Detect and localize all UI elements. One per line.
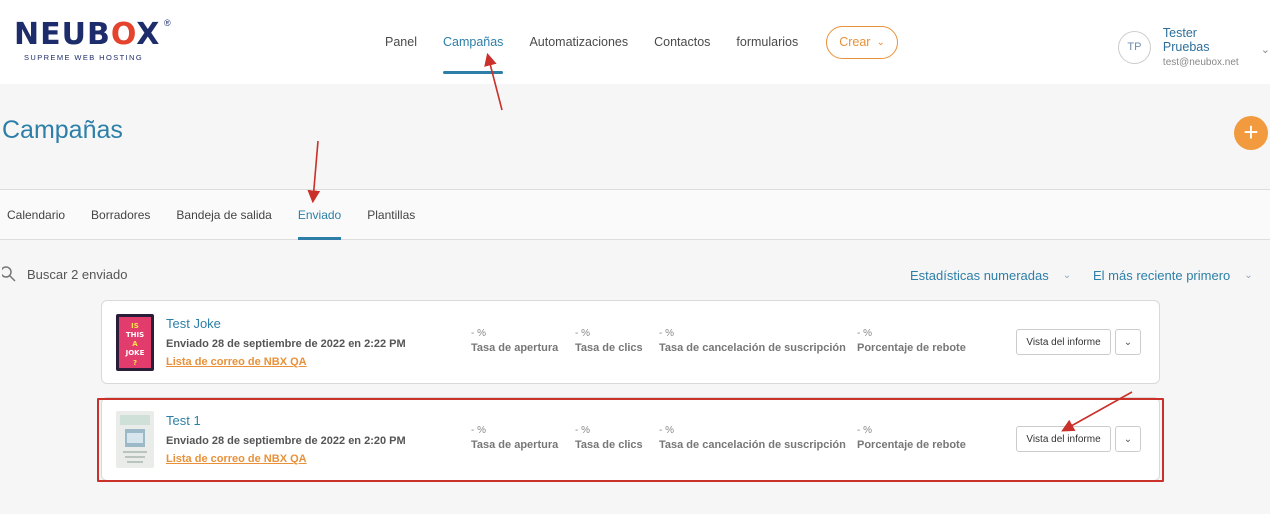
chevron-down-icon: ⌄ [1244, 270, 1253, 281]
stat-click-rate: - % Tasa de clics [575, 425, 643, 451]
stat-open-rate: - % Tasa de apertura [471, 425, 558, 451]
stat-label: Tasa de clics [575, 439, 643, 451]
search-input[interactable]: Buscar 2 enviado [27, 267, 127, 282]
stat-label: Porcentaje de rebote [857, 342, 966, 354]
stat-unsubscribe-rate: - % Tasa de cancelación de suscripción [659, 328, 846, 354]
thumb-line: ? [133, 359, 137, 367]
crear-label: Crear [839, 35, 871, 49]
nav-automatizaciones[interactable]: Automatizaciones [529, 0, 628, 84]
stat-bounce-rate: - % Porcentaje de rebote [857, 425, 966, 451]
sort-filter-dropdown[interactable]: El más reciente primero ⌄ [1093, 268, 1253, 283]
stats-filter-dropdown[interactable]: Estadísticas numeradas ⌄ [910, 268, 1071, 283]
registered-mark: ® [164, 18, 171, 28]
thumb-line: THIS [126, 331, 144, 339]
page-title: Campañas [2, 116, 123, 144]
mailing-list-link[interactable]: Lista de correo de NBX QA [166, 453, 307, 465]
view-report-button[interactable]: Vista del informe [1016, 329, 1111, 355]
chevron-down-icon: ⌄ [1123, 433, 1133, 445]
stat-value: - % [471, 328, 486, 339]
stat-value: - % [575, 328, 590, 339]
campaign-tabs: Calendario Borradores Bandeja de salida … [0, 189, 1270, 240]
stat-value: - % [659, 328, 674, 339]
campaign-sent-date: Enviado 28 de septiembre de 2022 en 2:22… [166, 338, 406, 350]
user-email: test@neubox.net [1162, 57, 1239, 68]
stat-bounce-rate: - % Porcentaje de rebote [857, 328, 966, 354]
nav-contactos[interactable]: Contactos [654, 0, 710, 84]
campaign-card: IS THIS A JOKE ? Test Joke Enviado 28 de… [101, 300, 1160, 384]
stats-filter-label: Estadísticas numeradas [910, 268, 1049, 283]
stat-value: - % [857, 328, 872, 339]
mailing-list-link[interactable]: Lista de correo de NBX QA [166, 356, 307, 368]
stat-label: Tasa de apertura [471, 439, 559, 451]
stat-value: - % [659, 425, 674, 436]
user-name: Tester Pruebas [1162, 26, 1210, 54]
logo-o-dots: O [110, 17, 137, 52]
campaign-thumbnail[interactable] [116, 411, 154, 468]
stat-label: Tasa de apertura [471, 342, 559, 354]
more-options-button[interactable]: ⌄ [1115, 329, 1141, 355]
neubox-logo[interactable]: NEUBOX ® SUPREME WEB HOSTING [14, 17, 174, 64]
add-campaign-button[interactable]: + [1234, 116, 1268, 150]
tab-calendario[interactable]: Calendario [7, 190, 65, 240]
tab-enviado[interactable]: Enviado [297, 190, 342, 240]
thumb-line: IS [131, 322, 139, 330]
stat-unsubscribe-rate: - % Tasa de cancelación de suscripción [659, 425, 846, 451]
stat-value: - % [857, 425, 872, 436]
campaign-thumbnail[interactable]: IS THIS A JOKE ? [116, 314, 154, 371]
search-icon [2, 266, 16, 282]
search-box[interactable]: Buscar 2 enviado [2, 266, 127, 282]
user-menu[interactable]: TP Tester Pruebas test@neubox.net ⌄ [1118, 26, 1270, 68]
top-bar: NEUBOX ® SUPREME WEB HOSTING Panel Campa… [0, 0, 1270, 84]
chevron-down-icon: ⌄ [1062, 270, 1072, 281]
nav-panel[interactable]: Panel [385, 0, 417, 84]
campaign-name-link[interactable]: Test Joke [166, 316, 221, 331]
logo-tagline: SUPREME WEB HOSTING [24, 53, 144, 62]
thumb-line: JOKE [125, 349, 145, 357]
campaign-sent-date: Enviado 28 de septiembre de 2022 en 2:20… [166, 435, 406, 447]
tab-plantillas[interactable]: Plantillas [367, 190, 415, 240]
stat-label: Tasa de cancelación de suscripción [659, 342, 846, 354]
chevron-down-icon: ⌄ [1260, 43, 1270, 56]
main-nav: Panel Campañas Automatizaciones Contacto… [385, 0, 898, 84]
chevron-down-icon: ⌄ [1123, 336, 1133, 348]
nav-campanas[interactable]: Campañas [442, 0, 504, 84]
stat-label: Porcentaje de rebote [857, 439, 966, 451]
plus-icon: + [1243, 117, 1259, 147]
avatar: TP [1118, 30, 1151, 64]
stat-open-rate: - % Tasa de apertura [471, 328, 558, 354]
thumb-line: A [132, 340, 138, 348]
campaign-card: Test 1 Enviado 28 de septiembre de 2022 … [101, 397, 1160, 481]
sort-filter-label: El más reciente primero [1093, 268, 1231, 283]
stat-value: - % [471, 425, 486, 436]
tab-borradores[interactable]: Borradores [91, 190, 150, 240]
nav-formularios[interactable]: formularios [736, 0, 798, 84]
stat-label: Tasa de clics [575, 342, 643, 354]
stat-click-rate: - % Tasa de clics [575, 328, 643, 354]
tab-bandeja-de-salida[interactable]: Bandeja de salida [176, 190, 271, 240]
view-report-button[interactable]: Vista del informe [1016, 426, 1111, 452]
campaign-name-link[interactable]: Test 1 [166, 413, 201, 428]
crear-button[interactable]: Crear ⌄ [826, 25, 898, 59]
logo-text: NEUBOX [14, 17, 161, 52]
stat-value: - % [575, 425, 590, 436]
user-info: Tester Pruebas test@neubox.net [1163, 26, 1247, 68]
more-options-button[interactable]: ⌄ [1115, 426, 1141, 452]
stat-label: Tasa de cancelación de suscripción [659, 439, 846, 451]
chevron-down-icon: ⌄ [876, 36, 885, 48]
